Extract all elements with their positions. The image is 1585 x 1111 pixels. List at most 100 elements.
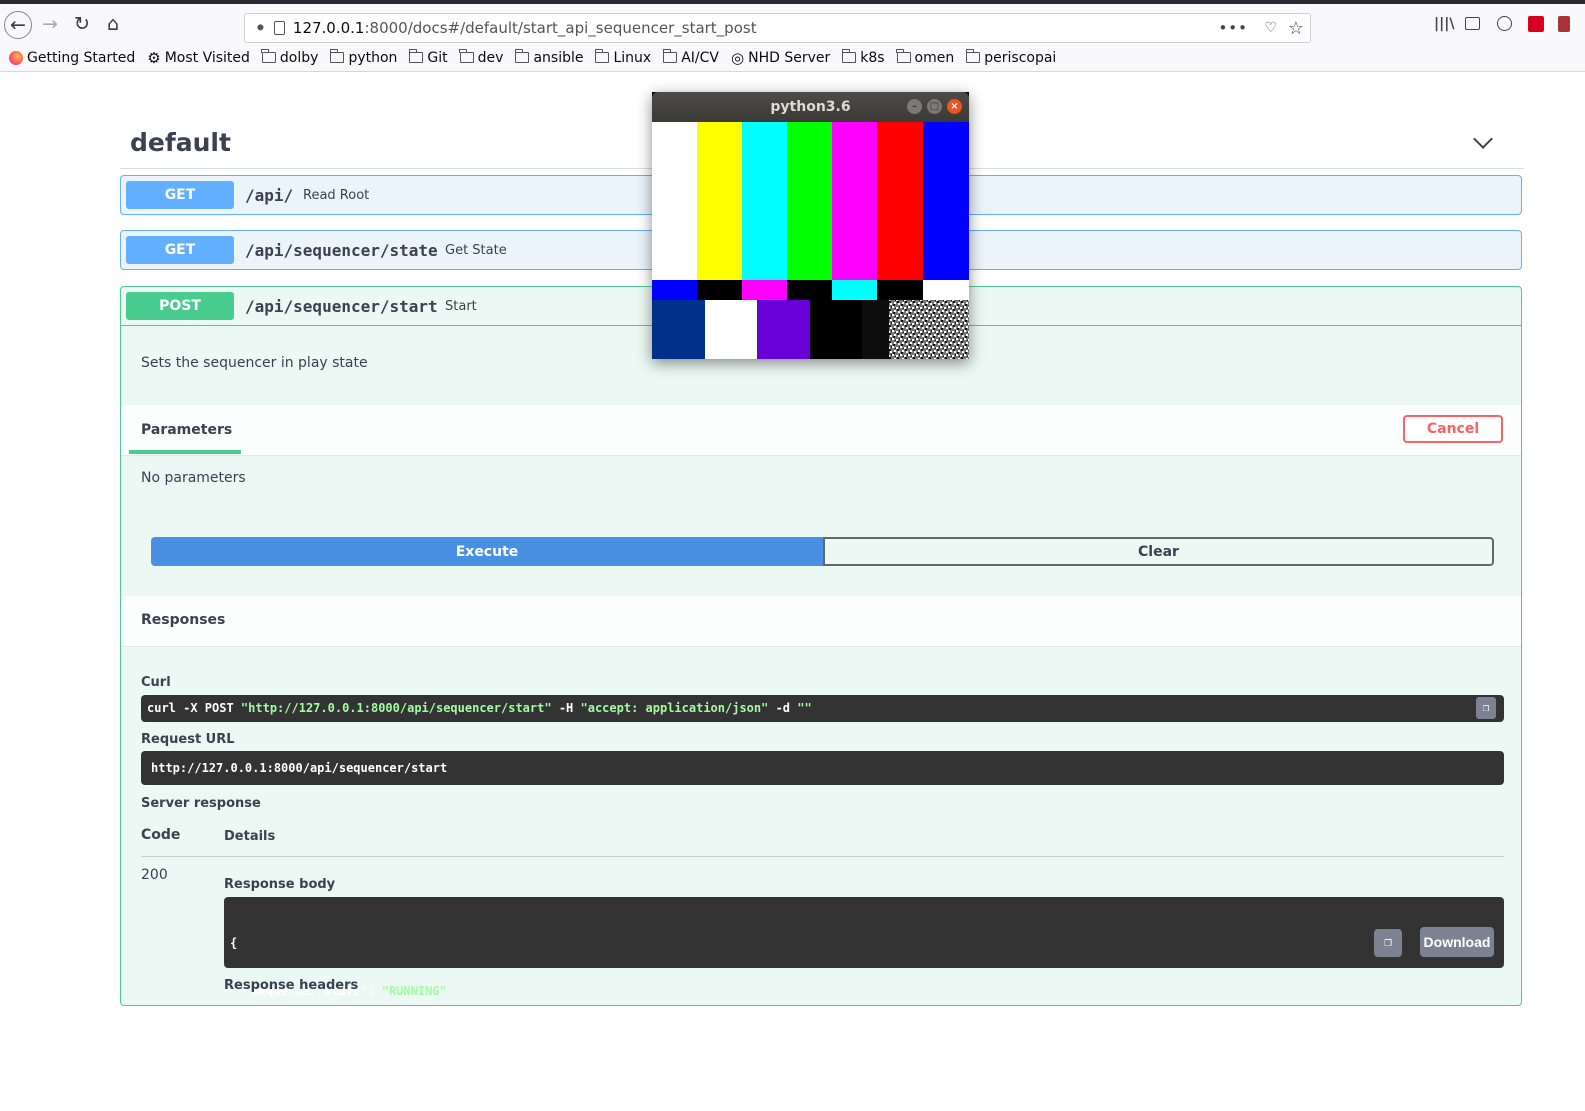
bookmark-item[interactable]: omen [896, 49, 955, 66]
curl-url: "http://127.0.0.1:8000/api/sequencer/sta… [240, 701, 552, 715]
curl-text: curl -X POST [147, 701, 241, 715]
bookmark-label: k8s [860, 49, 885, 66]
gear-icon: ⚙ [147, 48, 161, 67]
folder-icon [261, 49, 276, 63]
bookmark-item[interactable]: periscopai [965, 49, 1057, 66]
shield-icon[interactable]: ⚫ [255, 21, 266, 36]
browser-toolbar: ← → ↻ ⌂ ⚫ 127.0.0.1:8000/docs#/default/s… [0, 4, 1585, 44]
endpoint-path: /api/sequencer/state [245, 241, 438, 260]
server-response-label: Server response [141, 796, 261, 811]
bookmark-item[interactable]: Getting Started [9, 50, 135, 66]
bookmark-label: AI/CV [681, 49, 719, 66]
url-text: 127.0.0.1:8000/docs#/default/start_api_s… [293, 19, 757, 37]
bookmark-label: dev [477, 49, 504, 66]
json-brace: } [230, 1032, 238, 1046]
method-badge: GET [126, 181, 234, 209]
bookmark-label: dolby [279, 49, 319, 66]
color-bars-image [652, 122, 969, 359]
chevron-down-icon[interactable] [1473, 129, 1493, 149]
request-url: http://127.0.0.1:8000/api/sequencer/star… [141, 751, 1504, 785]
maximize-icon[interactable]: □ [927, 99, 942, 114]
back-arrow-icon[interactable]: ← [4, 11, 32, 39]
request-url-label: Request URL [141, 732, 235, 747]
folder-icon [896, 49, 911, 63]
extension-icon-2[interactable] [1558, 16, 1570, 32]
folder-icon [514, 49, 530, 63]
responses-title: Responses [141, 612, 226, 628]
bookmark-item[interactable]: dev [459, 49, 504, 66]
clear-button[interactable]: Clear [823, 537, 1494, 566]
forward-arrow-icon[interactable]: → [37, 11, 63, 37]
folder-icon [329, 49, 345, 63]
bookmark-label: omen [914, 49, 955, 66]
bookmark-star-icon[interactable]: ☆ [1288, 18, 1304, 39]
url-path: :8000/docs#/default/start_api_sequencer_… [364, 19, 757, 37]
reload-icon[interactable]: ↻ [69, 11, 95, 37]
close-icon[interactable]: × [947, 99, 962, 114]
bookmark-item[interactable]: Git [408, 49, 448, 66]
endpoint-summary: Get State [445, 243, 507, 258]
execute-button[interactable]: Execute [151, 537, 823, 566]
bookmark-item[interactable]: k8s [841, 49, 885, 66]
response-body-label: Response body [224, 877, 336, 892]
code-header: Code [141, 827, 181, 843]
response-table-divider [141, 856, 1504, 857]
curl-command[interactable]: curl -X POST "http://127.0.0.1:8000/api/… [141, 695, 1504, 722]
response-code: 200 [141, 867, 168, 883]
bookmark-label: Linux [613, 49, 652, 66]
sidebar-icon[interactable] [1465, 17, 1480, 30]
bookmark-item[interactable]: AI/CV [662, 49, 719, 66]
endpoint-summary: Read Root [303, 188, 370, 203]
tab-underline [129, 450, 241, 454]
home-icon[interactable]: ⌂ [100, 11, 126, 37]
page-info-icon[interactable] [273, 21, 285, 35]
section-title[interactable]: default [130, 128, 231, 157]
json-value: "RUNNING" [381, 984, 447, 998]
bookmark-label: Getting Started [27, 49, 136, 66]
curl-text: -H [551, 701, 581, 715]
endpoint-path: /api/sequencer/start [245, 297, 438, 316]
curl-header: "accept: application/json" [580, 701, 769, 715]
folder-icon [408, 49, 424, 63]
window-titlebar[interactable]: python3.6 – □ × [652, 92, 969, 122]
bookmark-label: ansible [533, 49, 584, 66]
json-brace: { [230, 936, 238, 950]
more-actions-icon[interactable]: ••• [1218, 19, 1248, 37]
tab-parameters[interactable]: Parameters [141, 422, 232, 438]
bookmark-item[interactable]: ansible [514, 49, 584, 66]
bookmark-item[interactable]: ◎ NHD Server [731, 49, 830, 67]
bookmark-item[interactable]: python [329, 49, 397, 66]
no-parameters-text: No parameters [141, 470, 246, 486]
bookmark-item[interactable]: ⚙ Most Visited [147, 49, 250, 67]
bookmark-label: Git [427, 49, 448, 66]
curl-data: "" [797, 701, 812, 715]
download-button[interactable]: Download [1420, 927, 1494, 957]
method-badge: GET [126, 236, 234, 264]
parameters-header: Parameters Cancel [121, 405, 1521, 456]
url-bar[interactable]: ⚫ 127.0.0.1:8000/docs#/default/start_api… [244, 13, 1311, 43]
account-icon[interactable] [1497, 16, 1512, 31]
url-host: 127.0.0.1 [292, 19, 365, 37]
bookmark-label: periscopai [984, 49, 1057, 66]
window-title: python3.6 [770, 99, 851, 115]
minimize-icon[interactable]: – [907, 99, 922, 114]
folder-icon [459, 49, 474, 63]
bookmark-label: Most Visited [164, 49, 250, 66]
response-body: { "sequencer state": "RUNNING" } ❐ Downl… [224, 897, 1504, 1046]
cancel-button[interactable]: Cancel [1403, 415, 1503, 443]
bookmark-label: NHD Server [748, 49, 831, 66]
responses-header: Responses [121, 596, 1521, 647]
bookmark-item[interactable]: Linux [594, 49, 652, 66]
opblock-post-start: POST /api/sequencer/start Start Sets the… [120, 286, 1522, 1046]
pocket-icon[interactable]: ♡ [1264, 20, 1277, 36]
copy-icon[interactable]: ❐ [1476, 697, 1496, 719]
firefox-icon [9, 50, 23, 65]
response-headers-label: Response headers [224, 978, 359, 993]
python-window[interactable]: python3.6 – □ × [652, 92, 969, 359]
extension-icon[interactable] [1528, 16, 1544, 32]
operation-description: Sets the sequencer in play state [141, 355, 368, 371]
library-icon[interactable]: |||\ [1434, 16, 1454, 32]
copy-icon[interactable]: ❐ [1374, 929, 1402, 957]
folder-icon [965, 49, 981, 63]
bookmark-item[interactable]: dolby [261, 49, 319, 66]
